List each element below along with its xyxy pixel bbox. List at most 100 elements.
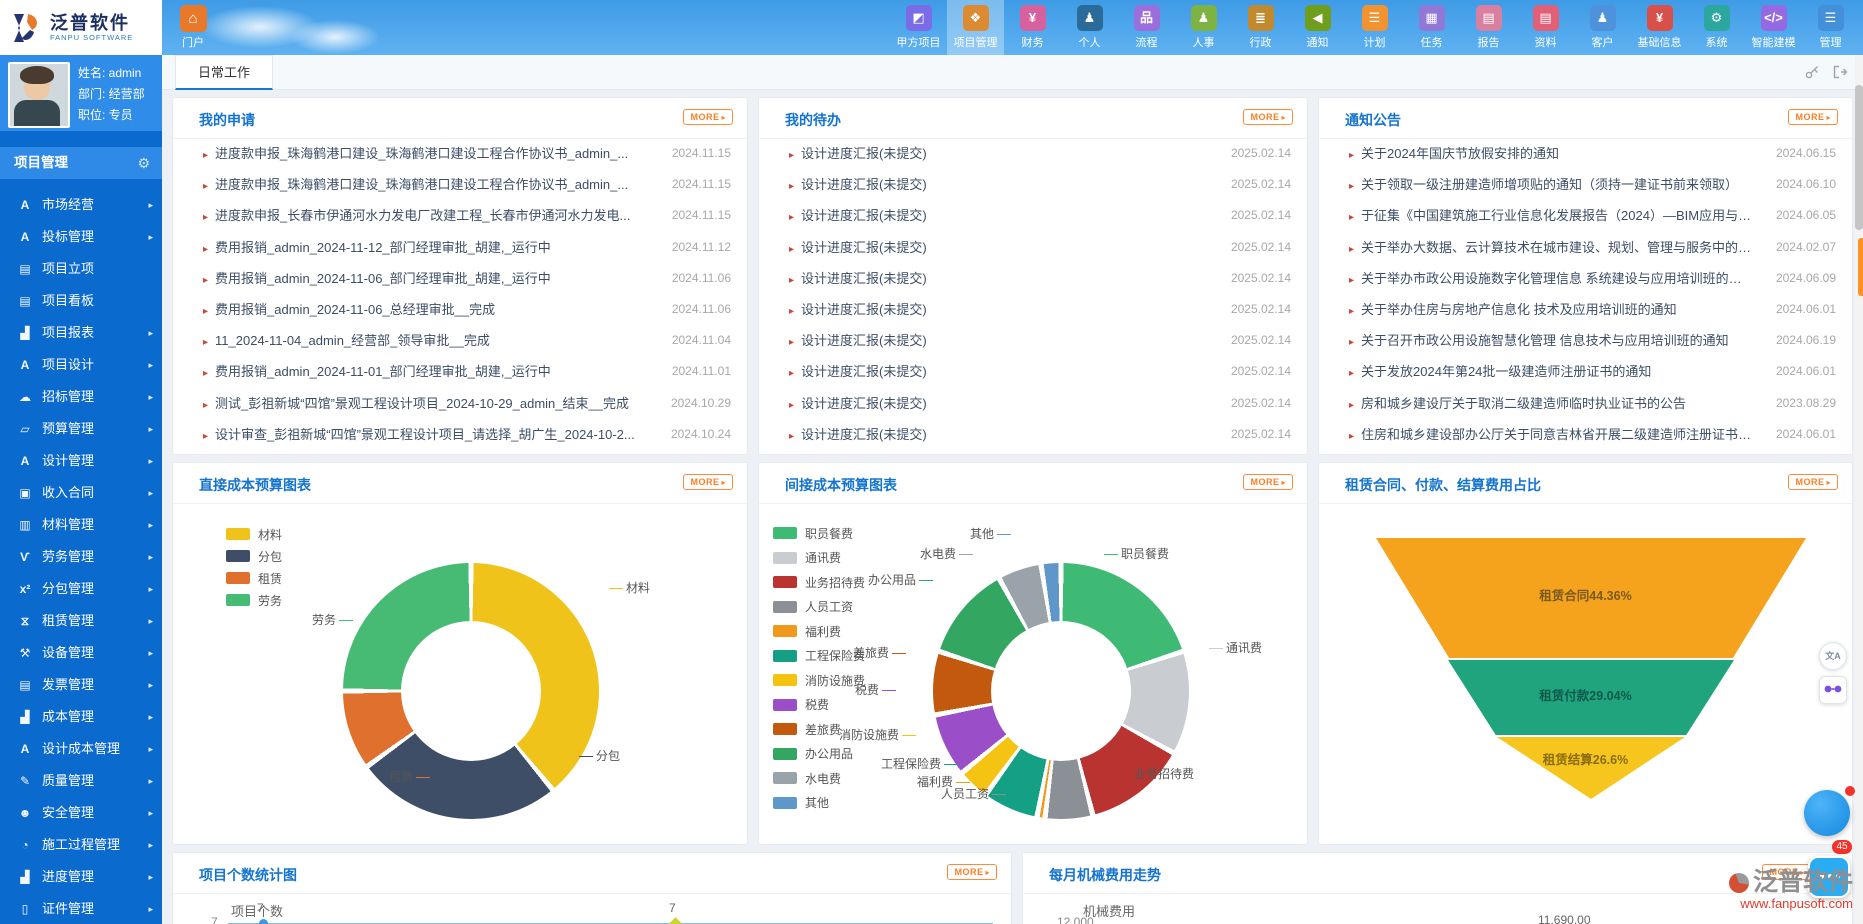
password-key-icon[interactable] xyxy=(1805,65,1819,84)
sidebar-item[interactable]: ▥材料管理▸ xyxy=(0,509,162,541)
legend-item[interactable]: 租赁 xyxy=(226,567,282,589)
list-item[interactable]: ▸费用报销_admin_2024-11-06_部门经理审批_胡建,_运行中202… xyxy=(173,263,747,294)
tab-daily-work[interactable]: 日常工作 xyxy=(175,55,273,90)
list-item[interactable]: ▸设计进度汇报(未提交)2025.02.14 xyxy=(759,169,1307,200)
list-item[interactable]: ▸11_2024-11-04_admin_经营部_领导审批__完成2024.11… xyxy=(173,325,747,356)
list-item[interactable]: ▸关于举办市政公用设施数字化管理信息 系统建设与应用培训班的通知2024.06.… xyxy=(1319,263,1852,294)
top-nav-item[interactable]: ♟个人 xyxy=(1061,0,1118,55)
legend-item[interactable]: 通讯费 xyxy=(773,546,865,571)
list-item[interactable]: ▸设计进度汇报(未提交)2025.02.14 xyxy=(759,232,1307,263)
reader-widget-icon[interactable] xyxy=(1819,676,1847,704)
list-item[interactable]: ▸关于领取一级注册建造师增项贴的通知（须持一建证书前来领取）2024.06.10 xyxy=(1319,169,1852,200)
top-nav-item[interactable]: ◩甲方项目 xyxy=(890,0,947,55)
sidebar-item[interactable]: ▤项目看板 xyxy=(0,285,162,317)
list-item[interactable]: ▸设计进度汇报(未提交)2025.02.14 xyxy=(759,200,1307,231)
list-item[interactable]: ▸进度款申报_珠海鹤港口建设_珠海鹤港口建设工程合作协议书_admin_...2… xyxy=(173,169,747,200)
top-nav-item[interactable]: </>智能建模 xyxy=(1745,0,1802,55)
nav-item-portal[interactable]: ⌂ 门户 xyxy=(170,3,216,50)
sidebar-item[interactable]: ▤项目立项 xyxy=(0,253,162,285)
sidebar-item[interactable]: A投标管理▸ xyxy=(0,221,162,253)
list-item[interactable]: ▸于征集《中国建筑施工行业信息化发展报告（2024）—BIM应用与发展》材料..… xyxy=(1319,200,1852,231)
top-nav-item[interactable]: ▦任务 xyxy=(1403,0,1460,55)
watermark-url[interactable]: www.fanpusoft.com xyxy=(1729,896,1853,912)
top-nav-item[interactable]: ⚙系统 xyxy=(1688,0,1745,55)
list-item[interactable]: ▸进度款申报_长春市伊通河水力发电厂改建工程_长春市伊通河水力发电...2024… xyxy=(173,200,747,231)
top-nav-item[interactable]: ¥基础信息 xyxy=(1631,0,1688,55)
edge-handle[interactable] xyxy=(1858,238,1863,296)
legend-item[interactable]: 水电费 xyxy=(773,766,865,791)
top-nav-item[interactable]: ♟客户 xyxy=(1574,0,1631,55)
more-button[interactable]: MORE▸ xyxy=(947,864,997,880)
list-item[interactable]: ▸测试_彭祖新城“四馆”景观工程设计项目_2024-10-29_admin_结束… xyxy=(173,388,747,419)
list-item[interactable]: ▸房和城乡建设厅关于取消二级建造师临时执业证书的公告2023.08.29 xyxy=(1319,388,1852,419)
list-item[interactable]: ▸关于2024年国庆节放假安排的通知2024.06.15 xyxy=(1319,138,1852,169)
legend-item[interactable]: 业务招待费 xyxy=(773,570,865,595)
sidebar-item[interactable]: ✎质量管理▸ xyxy=(0,765,162,797)
legend-item[interactable]: 消防设施费 xyxy=(773,668,865,693)
sidebar-item[interactable]: ◔施工过程管理▸ xyxy=(0,829,162,861)
sidebar-item[interactable]: ▯证件管理▸ xyxy=(0,893,162,924)
list-item[interactable]: ▸进度款申报_珠海鹤港口建设_珠海鹤港口建设工程合作协议书_admin_...2… xyxy=(173,138,747,169)
more-button[interactable]: MORE▸ xyxy=(1788,109,1838,125)
list-item[interactable]: ▸设计进度汇报(未提交)2025.02.14 xyxy=(759,356,1307,387)
gear-icon[interactable]: ⚙ xyxy=(137,147,150,179)
assistant-bubble[interactable] xyxy=(1804,790,1850,836)
list-item[interactable]: ▸设计进度汇报(未提交)2025.02.14 xyxy=(759,325,1307,356)
list-item[interactable]: ▸关于举办住房与房地产信息化 技术及应用培训班的通知2024.06.01 xyxy=(1319,294,1852,325)
more-button[interactable]: MORE▸ xyxy=(1788,474,1838,490)
scrollbar-thumb[interactable] xyxy=(1855,85,1863,230)
legend-item[interactable]: 其他 xyxy=(773,791,865,816)
sidebar-item[interactable]: A项目设计▸ xyxy=(0,349,162,381)
list-item[interactable]: ▸设计进度汇报(未提交)2025.02.14 xyxy=(759,138,1307,169)
sidebar-item[interactable]: ▱预算管理▸ xyxy=(0,413,162,445)
legend-item[interactable]: 分包 xyxy=(226,545,282,567)
more-button[interactable]: MORE▸ xyxy=(1243,474,1293,490)
sidebar-item[interactable]: ▟成本管理▸ xyxy=(0,701,162,733)
legend-item[interactable]: 材料 xyxy=(226,523,282,545)
list-item[interactable]: ▸关于发放2024年第24批一级建造师注册证书的通知2024.06.01 xyxy=(1319,356,1852,387)
list-item[interactable]: ▸费用报销_admin_2024-11-06_总经理审批__完成2024.11.… xyxy=(173,294,747,325)
more-button[interactable]: MORE▸ xyxy=(1243,109,1293,125)
list-item[interactable]: ▸关于召开市政公用设施智慧化管理 信息技术与应用培训班的通知2024.06.19 xyxy=(1319,325,1852,356)
list-item[interactable]: ▸设计审查_彭祖新城“四馆”景观工程设计项目_请选择_胡广生_2024-10-2… xyxy=(173,419,747,450)
list-item[interactable]: ▸设计进度汇报(未提交)2025.02.14 xyxy=(759,294,1307,325)
sidebar-item[interactable]: ☁招标管理▸ xyxy=(0,381,162,413)
legend-item[interactable]: 职员餐费 xyxy=(773,521,865,546)
top-nav-item[interactable]: ▤资料 xyxy=(1517,0,1574,55)
sidebar-item[interactable]: ⚒设备管理▸ xyxy=(0,637,162,669)
legend-item[interactable]: 工程保险费 xyxy=(773,644,865,669)
legend-item[interactable]: 税费 xyxy=(773,693,865,718)
sidebar-item[interactable]: ▤发票管理▸ xyxy=(0,669,162,701)
sidebar-item[interactable]: ☻安全管理▸ xyxy=(0,797,162,829)
legend-item[interactable]: 人员工资 xyxy=(773,595,865,620)
more-button[interactable]: MORE▸ xyxy=(683,474,733,490)
top-nav-item[interactable]: ☰计划 xyxy=(1346,0,1403,55)
list-item[interactable]: ▸费用报销_admin_2024-11-01_部门经理审批_胡建,_运行中202… xyxy=(173,356,747,387)
top-nav-item[interactable]: ◀通知 xyxy=(1289,0,1346,55)
legend-item[interactable]: 劳务 xyxy=(226,589,282,611)
top-nav-item[interactable]: ▤报告 xyxy=(1460,0,1517,55)
list-item[interactable]: ▸设计进度汇报(未提交)2025.02.14 xyxy=(759,419,1307,450)
top-nav-item[interactable]: ¥财务 xyxy=(1004,0,1061,55)
sidebar-section-header[interactable]: 项目管理 ⚙ xyxy=(0,147,162,179)
sidebar-item[interactable]: A市场经营▸ xyxy=(0,189,162,221)
legend-item[interactable]: 办公用品 xyxy=(773,742,865,767)
top-nav-item[interactable]: ❖项目管理 xyxy=(947,0,1004,55)
list-item[interactable]: ▸设计进度汇报(未提交)2025.02.14 xyxy=(759,263,1307,294)
list-item[interactable]: ▸设计进度汇报(未提交)2025.02.14 xyxy=(759,388,1307,419)
sidebar-item[interactable]: ⧖租赁管理▸ xyxy=(0,605,162,637)
top-nav-item[interactable]: 品流程 xyxy=(1118,0,1175,55)
sidebar-item[interactable]: ▟项目报表▸ xyxy=(0,317,162,349)
sidebar-item[interactable]: ▟进度管理▸ xyxy=(0,861,162,893)
top-nav-item[interactable]: ☰管理 xyxy=(1802,0,1859,55)
list-item[interactable]: ▸关于举办大数据、云计算技术在城市建设、规划、管理与服务中的应用培训班...20… xyxy=(1319,232,1852,263)
list-item[interactable]: ▸费用报销_admin_2024-11-12_部门经理审批_胡建,_运行中202… xyxy=(173,232,747,263)
sidebar-item[interactable]: ▣收入合同▸ xyxy=(0,477,162,509)
sidebar-item[interactable]: A设计管理▸ xyxy=(0,445,162,477)
sidebar-item[interactable]: Ѵ劳务管理▸ xyxy=(0,541,162,573)
sidebar-item[interactable]: x²分包管理▸ xyxy=(0,573,162,605)
more-button[interactable]: MORE▸ xyxy=(683,109,733,125)
list-item[interactable]: ▸住房和城乡建设部办公厅关于同意吉林省开展二级建造师注册证书电子化试点...20… xyxy=(1319,419,1852,450)
legend-item[interactable]: 福利费 xyxy=(773,619,865,644)
sidebar-item[interactable]: A设计成本管理▸ xyxy=(0,733,162,765)
